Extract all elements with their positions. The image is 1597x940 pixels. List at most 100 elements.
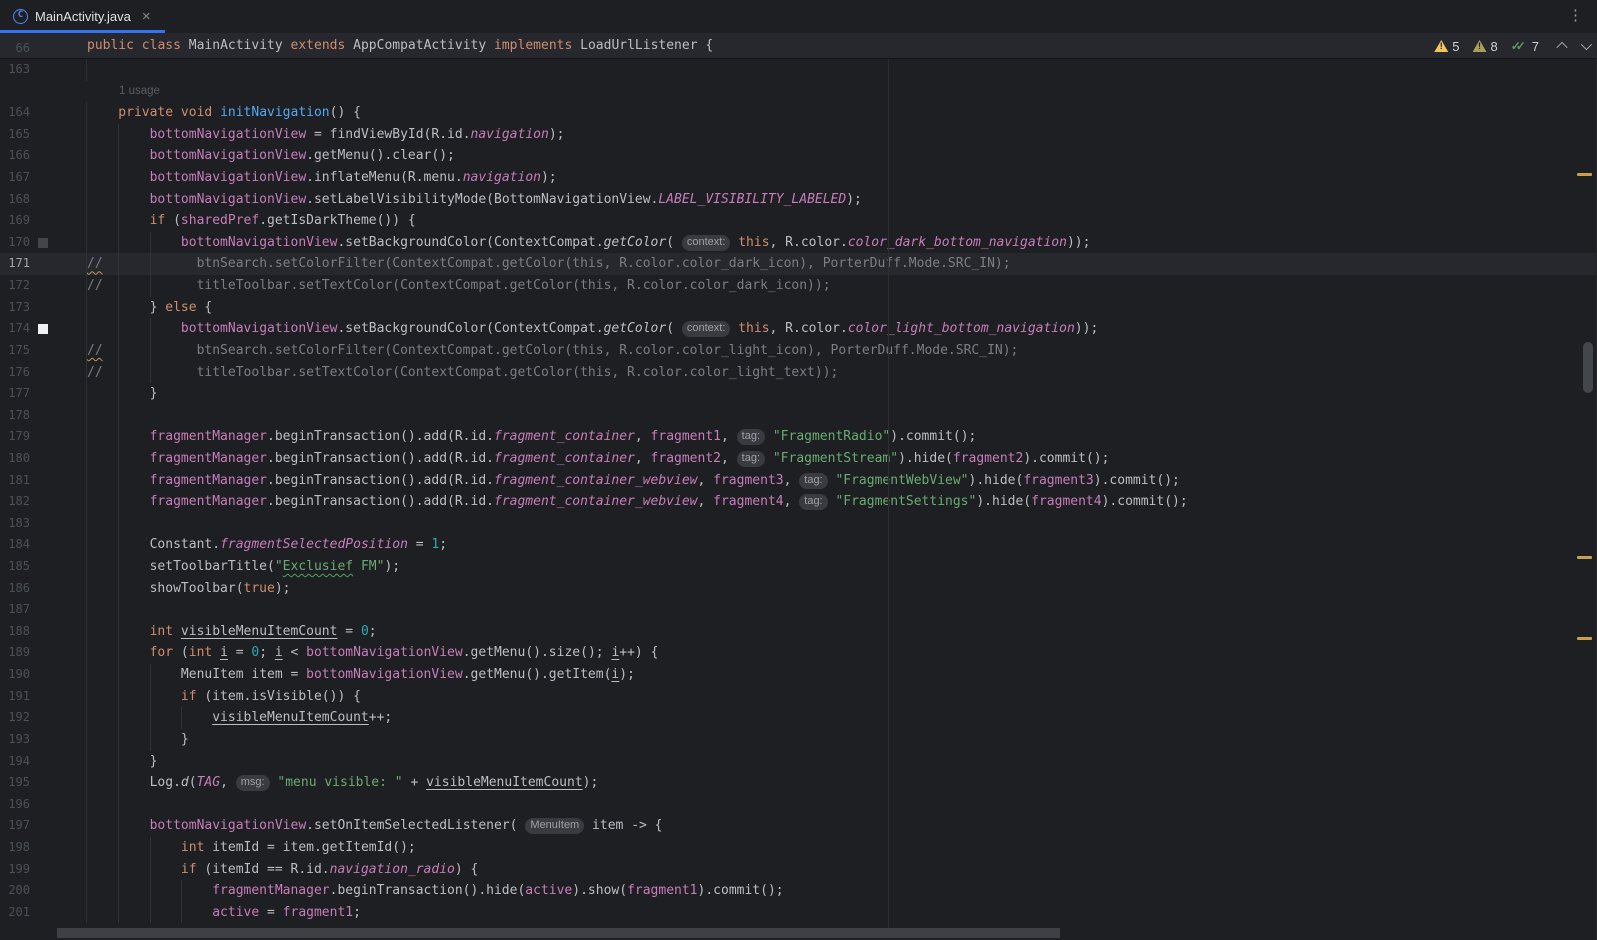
code-line[interactable]: 194} (0, 751, 1597, 773)
warning-stripe-mark[interactable] (1577, 173, 1592, 176)
code-line[interactable]: 201active = fragment1; (0, 902, 1597, 924)
tab-mainactivity-java[interactable]: C MainActivity.java × (0, 0, 165, 33)
line-number[interactable]: 164 (0, 102, 30, 124)
code-line[interactable]: 199if (itemId == R.id.navigation_radio) … (0, 859, 1597, 881)
code-line[interactable]: 176// titleToolbar.setTextColor(ContextC… (0, 362, 1597, 384)
passed-checks-badge[interactable]: ✓✓ 7 (1511, 39, 1539, 54)
line-number[interactable]: 196 (0, 794, 30, 816)
warning-stripe-mark[interactable] (1577, 637, 1592, 640)
line-number[interactable]: 170 (0, 232, 30, 254)
line-number[interactable]: 169 (0, 210, 30, 232)
horizontal-scrollbar-thumb[interactable] (57, 928, 1060, 938)
usage-annotation-row[interactable]: 1 usage (0, 81, 1597, 103)
code-line[interactable]: 181fragmentManager.beginTransaction().ad… (0, 470, 1597, 492)
code-line[interactable]: 188int visibleMenuItemCount = 0; (0, 621, 1597, 643)
line-number[interactable]: 201 (0, 902, 30, 924)
line-number[interactable]: 189 (0, 642, 30, 664)
code-line[interactable]: 170bottomNavigationView.setBackgroundCol… (0, 232, 1597, 254)
line-number[interactable]: 166 (0, 145, 30, 167)
line-number[interactable]: 180 (0, 448, 30, 470)
code-line[interactable]: 187 (0, 599, 1597, 621)
code-editor[interactable]: 163 1 usage164private void initNavigation… (0, 59, 1597, 923)
line-number[interactable]: 182 (0, 491, 30, 513)
code-line[interactable]: 171// btnSearch.setColorFilter(ContextCo… (0, 253, 1597, 275)
close-icon[interactable]: × (142, 9, 151, 24)
line-number[interactable]: 200 (0, 880, 30, 902)
code-line[interactable]: 164private void initNavigation() { (0, 102, 1597, 124)
line-number[interactable]: 194 (0, 751, 30, 773)
code-line[interactable]: 173} else { (0, 297, 1597, 319)
weak-warnings-badge[interactable]: ! 8 (1473, 39, 1498, 54)
code-line[interactable]: 177} (0, 383, 1597, 405)
code-line[interactable]: 196 (0, 794, 1597, 816)
code-line[interactable]: 169if (sharedPref.getIsDarkTheme()) { (0, 210, 1597, 232)
line-number[interactable]: 163 (0, 59, 30, 81)
line-number[interactable]: 199 (0, 859, 30, 881)
code-line[interactable]: 185setToolbarTitle("Exclusief FM"); (0, 556, 1597, 578)
code-line[interactable]: 175// btnSearch.setColorFilter(ContextCo… (0, 340, 1597, 362)
inspection-widget[interactable]: ! 5 ! 8 ✓✓ 7 (1434, 33, 1589, 59)
more-options-icon[interactable]: ⋮ (1568, 6, 1583, 24)
line-number[interactable]: 181 (0, 470, 30, 492)
line-number[interactable]: 195 (0, 772, 30, 794)
code-line[interactable]: 183 (0, 513, 1597, 535)
usages-hint[interactable]: 1 usage (119, 81, 160, 103)
line-number[interactable]: 197 (0, 815, 30, 837)
warnings-badge[interactable]: ! 5 (1434, 39, 1459, 54)
code-line[interactable]: 167bottomNavigationView.inflateMenu(R.me… (0, 167, 1597, 189)
line-number[interactable]: 185 (0, 556, 30, 578)
line-number[interactable]: 184 (0, 534, 30, 556)
code-line[interactable]: 182fragmentManager.beginTransaction().ad… (0, 491, 1597, 513)
line-number[interactable]: 186 (0, 578, 30, 600)
line-number[interactable]: 165 (0, 124, 30, 146)
code-line[interactable]: 198int itemId = item.getItemId(); (0, 837, 1597, 859)
line-number[interactable]: 188 (0, 621, 30, 643)
code-line[interactable]: 178 (0, 405, 1597, 427)
code-line[interactable]: 190MenuItem item = bottomNavigationView.… (0, 664, 1597, 686)
code-line[interactable]: 192visibleMenuItemCount++; (0, 707, 1597, 729)
line-number[interactable]: 168 (0, 189, 30, 211)
sticky-header-line[interactable]: 66 public class MainActivity extends App… (0, 33, 1597, 59)
code-line[interactable]: 165bottomNavigationView = findViewById(R… (0, 124, 1597, 146)
line-number[interactable]: 176 (0, 362, 30, 384)
line-number[interactable]: 173 (0, 297, 30, 319)
line-number[interactable]: 192 (0, 707, 30, 729)
code-line[interactable]: 193} (0, 729, 1597, 751)
line-number[interactable]: 183 (0, 513, 30, 535)
code-line[interactable]: 200fragmentManager.beginTransaction().hi… (0, 880, 1597, 902)
line-number[interactable]: 193 (0, 729, 30, 751)
code-line[interactable]: 163 (0, 59, 1597, 81)
line-number[interactable]: 167 (0, 167, 30, 189)
code-line[interactable]: 168bottomNavigationView.setLabelVisibili… (0, 189, 1597, 211)
code-line[interactable]: 186showToolbar(true); (0, 578, 1597, 600)
code-line[interactable]: 191if (item.isVisible()) { (0, 686, 1597, 708)
color-preview-swatch[interactable] (38, 238, 48, 248)
warnings-count: 5 (1452, 39, 1459, 54)
line-number[interactable]: 179 (0, 426, 30, 448)
line-number[interactable]: 191 (0, 686, 30, 708)
previous-problem-chevron-icon[interactable] (1556, 42, 1567, 53)
line-number[interactable]: 190 (0, 664, 30, 686)
code-line[interactable]: 172// titleToolbar.setTextColor(ContextC… (0, 275, 1597, 297)
code-line[interactable]: 184Constant.fragmentSelectedPosition = 1… (0, 534, 1597, 556)
line-number[interactable]: 177 (0, 383, 30, 405)
code-line[interactable]: 195Log.d(TAG, msg: "menu visible: " + vi… (0, 772, 1597, 794)
color-preview-swatch[interactable] (38, 324, 48, 334)
line-number[interactable]: 171 (0, 253, 30, 275)
code-line[interactable]: 179fragmentManager.beginTransaction().ad… (0, 426, 1597, 448)
warning-stripe-mark[interactable] (1577, 556, 1592, 559)
code-line[interactable]: 166bottomNavigationView.getMenu().clear(… (0, 145, 1597, 167)
gutter-separator (86, 448, 87, 470)
next-problem-chevron-icon[interactable] (1581, 39, 1592, 50)
line-number[interactable]: 198 (0, 837, 30, 859)
line-number[interactable]: 172 (0, 275, 30, 297)
line-number[interactable]: 174 (0, 318, 30, 340)
code-line[interactable]: 197bottomNavigationView.setOnItemSelecte… (0, 815, 1597, 837)
line-number[interactable]: 175 (0, 340, 30, 362)
line-number[interactable]: 187 (0, 599, 30, 621)
code-line[interactable]: 174bottomNavigationView.setBackgroundCol… (0, 318, 1597, 340)
code-line[interactable]: 180fragmentManager.beginTransaction().ad… (0, 448, 1597, 470)
line-number[interactable]: 178 (0, 405, 30, 427)
vertical-scrollbar-thumb[interactable] (1583, 342, 1593, 393)
code-line[interactable]: 189for (int i = 0; i < bottomNavigationV… (0, 642, 1597, 664)
